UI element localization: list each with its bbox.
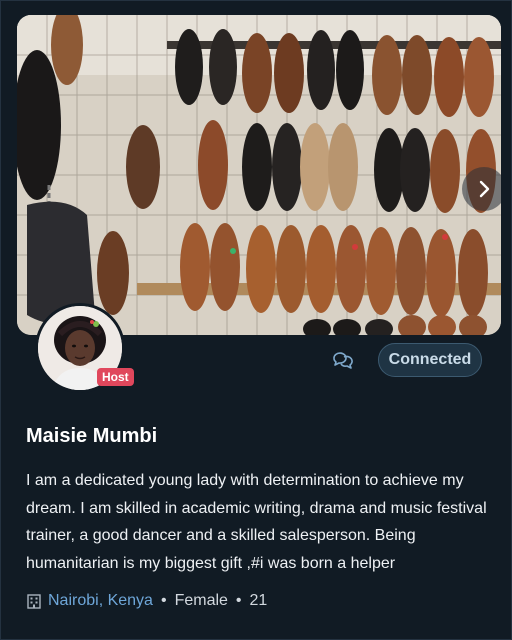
age-text: 21 xyxy=(249,592,268,609)
location-link[interactable]: Nairobi, Kenya xyxy=(48,592,153,610)
host-badge: Host xyxy=(97,368,134,386)
separator-dot: • xyxy=(160,592,167,609)
chat-bubbles-icon[interactable] xyxy=(331,349,353,371)
profile-card: Host Connected Maisie Mumbi I am a dedic… xyxy=(0,0,512,640)
profile-name: Maisie Mumbi xyxy=(26,425,158,447)
cover-photo xyxy=(17,15,501,335)
separator-dot: • xyxy=(235,592,242,609)
next-photo-button[interactable] xyxy=(462,167,501,211)
gender-text: Female xyxy=(174,592,228,609)
chevron-right-icon xyxy=(479,180,490,198)
profile-meta: Nairobi, Kenya • Female • 21 xyxy=(26,592,267,610)
building-icon xyxy=(26,593,42,609)
connected-button[interactable]: Connected xyxy=(378,343,482,377)
profile-bio: I am a dedicated young lady with determi… xyxy=(26,472,487,572)
